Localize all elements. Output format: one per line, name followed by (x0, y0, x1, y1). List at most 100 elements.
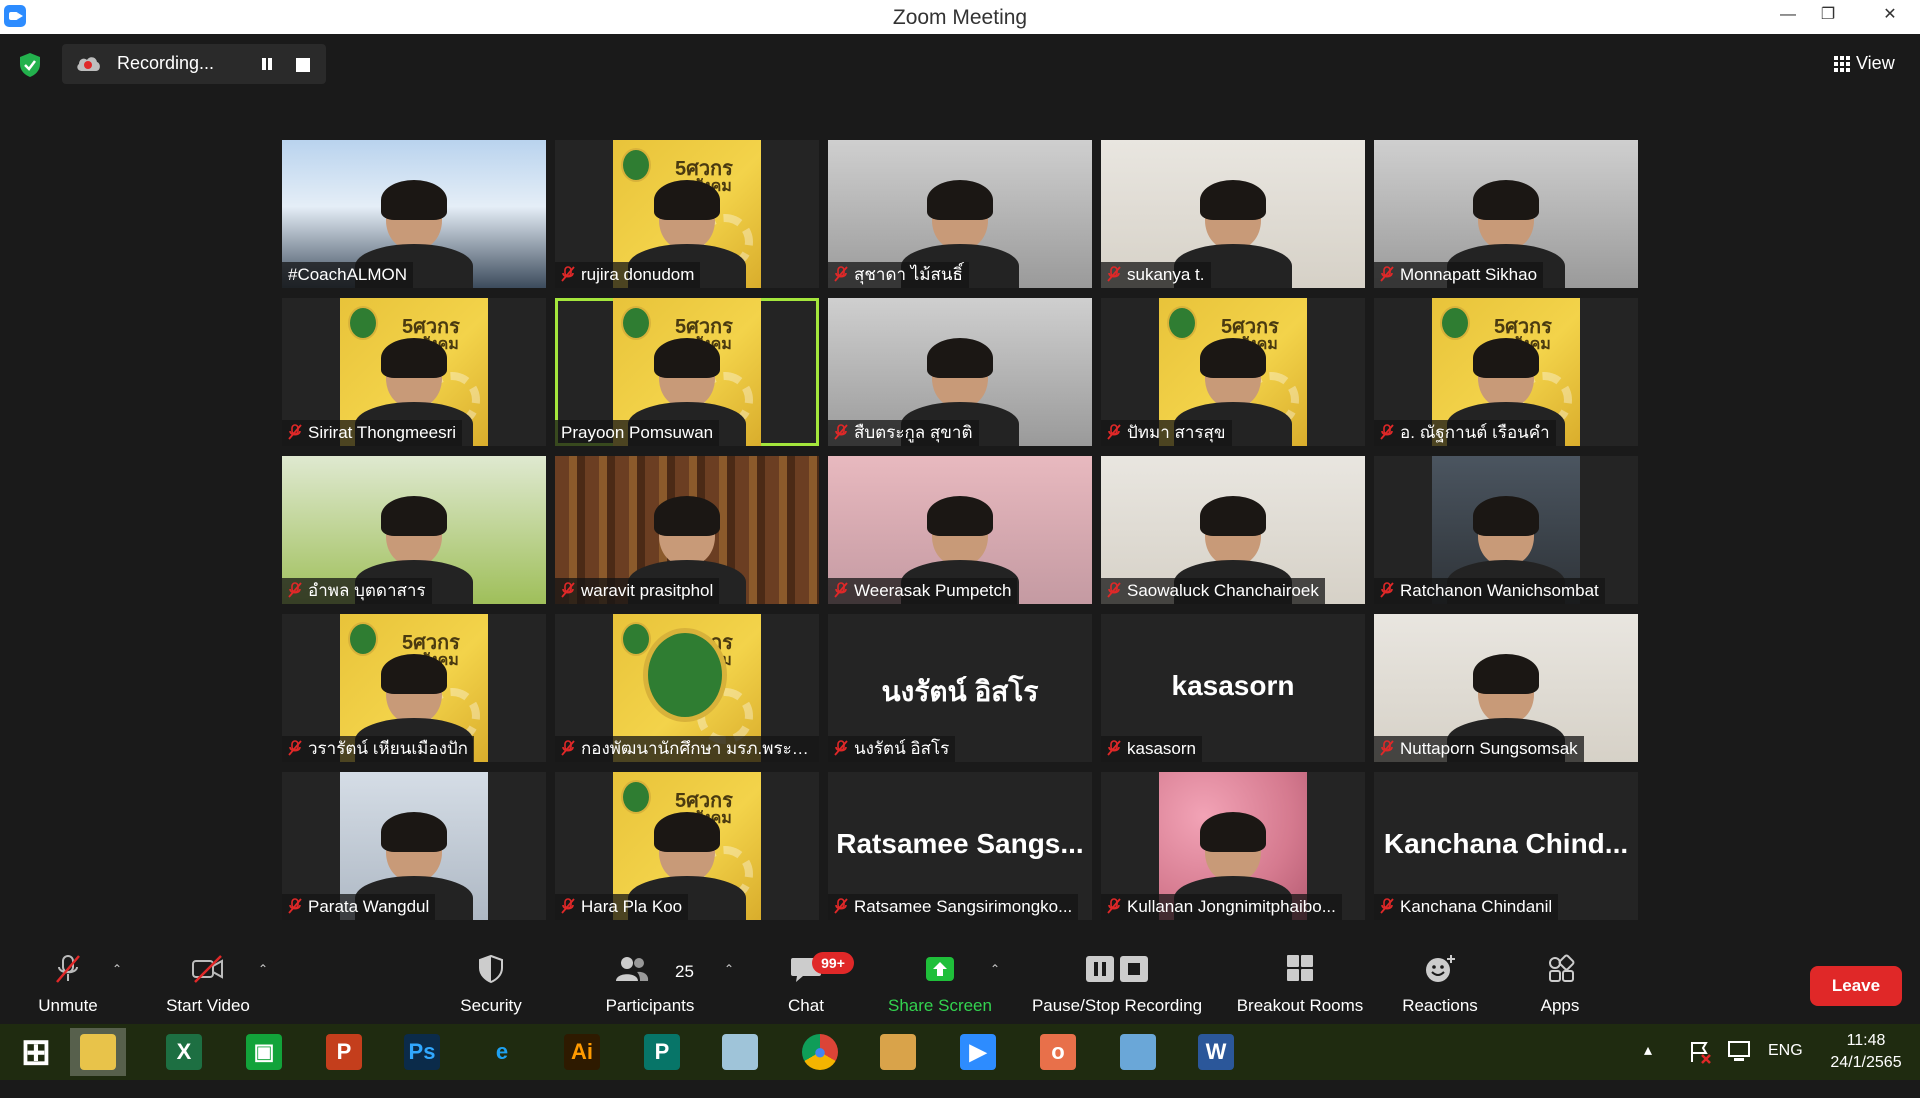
windows-start-taskbar-icon[interactable]: ⊞ (8, 1028, 64, 1076)
close-icon[interactable]: ✕ (1860, 0, 1920, 34)
breakout-rooms-label: Breakout Rooms (1236, 996, 1364, 1015)
control-panel-taskbar-icon[interactable] (1110, 1028, 1166, 1076)
notepad-taskbar-icon[interactable] (712, 1028, 768, 1076)
illustrator-taskbar-icon[interactable]: Ai (554, 1028, 610, 1076)
tray-overflow-icon[interactable]: ▴ (1644, 1040, 1664, 1096)
share-screen-button[interactable]: Share Screen (880, 942, 1000, 1024)
reactions-button[interactable]: Reactions (1400, 942, 1480, 1024)
recording-indicator: Recording... (62, 44, 326, 84)
participant-tile[interactable]: Kanchana Chind... Kanchana Chindanil (1374, 772, 1638, 920)
network-icon[interactable] (1726, 1040, 1752, 1064)
participant-tile[interactable]: 5ศวกรสังคมrujira donudom (555, 140, 819, 288)
muted-mic-icon (561, 898, 575, 914)
participant-tile[interactable]: 5ศวกรสังคมSirirat Thongmeesri (282, 298, 546, 446)
encryption-shield-icon[interactable] (18, 52, 42, 78)
powerpoint-orange-taskbar-icon[interactable]: o (1030, 1028, 1086, 1076)
participant-tile[interactable]: สุชาดา ไม้สนธิ์ (828, 140, 1092, 288)
participant-name-label: Monnapatt Sikhao (1374, 262, 1544, 288)
start-video-button[interactable]: Start Video (160, 942, 256, 1024)
taskbar-clock[interactable]: 11:48 24/1/2565 (1820, 1030, 1912, 1074)
participant-tile[interactable]: Ratsamee Sangs... Ratsamee Sangsirimongko… (828, 772, 1092, 920)
participant-name-label: กองพัฒนานักศึกษา มรภ.พระนคร (555, 736, 819, 762)
leave-button[interactable]: Leave (1810, 966, 1902, 1006)
muted-mic-icon (1107, 266, 1121, 282)
participant-tile[interactable]: waravit prasitphol (555, 456, 819, 604)
breakout-rooms-icon (1287, 955, 1313, 981)
participant-tile[interactable]: #CoachALMON (282, 140, 546, 288)
clock-date: 24/1/2565 (1830, 1054, 1902, 1071)
chat-label: Chat (788, 996, 824, 1015)
restore-icon[interactable]: ❐ (1808, 0, 1848, 34)
participant-tile[interactable]: Parata Wangdul (282, 772, 546, 920)
language-indicator[interactable]: ENG (1768, 1042, 1808, 1098)
stop-recording-icon[interactable] (296, 58, 310, 72)
participant-name-label: Kanchana Chindanil (1374, 894, 1559, 920)
participant-tile[interactable]: สืบตระกูล สุขาติ (828, 298, 1092, 446)
muted-mic-icon (1107, 424, 1121, 440)
excel-taskbar-icon[interactable]: X (156, 1028, 212, 1076)
pause-recording-icon[interactable] (256, 54, 278, 74)
pause-stop-recording-button[interactable]: Pause/Stop Recording (1022, 942, 1212, 1024)
publisher-taskbar-icon[interactable]: P (634, 1028, 690, 1076)
participant-tile[interactable]: นงรัตน์ อิสโร นงรัตน์ อิสโร (828, 614, 1092, 762)
internet-explorer-taskbar-icon[interactable]: e (474, 1028, 530, 1076)
powerpoint-taskbar-icon[interactable]: P (316, 1028, 372, 1076)
participant-name-label: Ratchanon Wanichsombat (1374, 578, 1605, 604)
action-center-flag-icon[interactable] (1688, 1040, 1712, 1064)
video-off-icon (192, 955, 223, 983)
muted-mic-icon (834, 266, 848, 282)
publisher-green-taskbar-icon[interactable]: ▣ (236, 1028, 292, 1076)
muted-mic-icon (288, 582, 302, 598)
participant-tile[interactable]: 5ศวกรสังคมอ. ณัฐกานต์ เรือนคำ (1374, 298, 1638, 446)
participant-tile[interactable]: 5ศวกรสังคมกองพัฒนานักศึกษา มรภ.พระนคร (555, 614, 819, 762)
clock-time: 11:48 (1846, 1032, 1886, 1049)
participant-tile[interactable]: kasasorn kasasorn (1101, 614, 1365, 762)
participant-display-name: Kanchana Chind... (1383, 828, 1629, 859)
participant-tile[interactable]: 5ศวกรสังคมPrayoon Pomsuwan (555, 298, 819, 446)
file-explorer-taskbar-icon[interactable] (70, 1028, 126, 1076)
muted-mic-icon (1380, 424, 1394, 440)
participant-tile[interactable]: อำพล บุตดาสาร (282, 456, 546, 604)
minimize-icon[interactable]: — (1768, 0, 1808, 34)
security-button[interactable]: Security (451, 942, 531, 1024)
unmute-button[interactable]: Unmute (28, 942, 108, 1024)
participant-tile[interactable]: Monnapatt Sikhao (1374, 140, 1638, 288)
grid-view-icon (1834, 56, 1850, 72)
university-seal-icon (1440, 306, 1470, 340)
participant-tile[interactable]: Ratchanon Wanichsombat (1374, 456, 1638, 604)
video-options-caret-icon[interactable]: ⌃ (256, 962, 270, 976)
participants-icon (616, 957, 649, 981)
participant-tile[interactable]: Nuttaporn Sungsomsak (1374, 614, 1638, 762)
participant-name-label: #CoachALMON (282, 262, 414, 288)
security-label: Security (460, 996, 522, 1015)
participant-tile[interactable]: 5ศวกรสังคมHara Pla Koo (555, 772, 819, 920)
participant-tile[interactable]: Saowaluck Chanchairoek (1101, 456, 1365, 604)
participant-name-label: Kullanan Jongnimitphaibo... (1101, 894, 1342, 920)
participant-tile[interactable]: Weerasak Pumpetch (828, 456, 1092, 604)
university-seal-icon (348, 622, 378, 656)
university-seal-icon (621, 780, 651, 814)
participants-caret-icon[interactable]: ⌃ (722, 962, 736, 976)
participants-button[interactable]: Participants (596, 942, 704, 1024)
muted-mic-icon (1380, 740, 1394, 756)
zoom-taskbar-icon[interactable]: ▶ (950, 1028, 1006, 1076)
participant-tile[interactable]: 5ศวกรสังคมวรารัตน์ เหียนเมืองปัก (282, 614, 546, 762)
participant-tile[interactable]: sukanya t. (1101, 140, 1365, 288)
muted-mic-icon (1107, 898, 1121, 914)
muted-mic-icon (1380, 582, 1394, 598)
paint-taskbar-icon[interactable] (870, 1028, 926, 1076)
share-screen-label: Share Screen (888, 996, 992, 1015)
breakout-rooms-button[interactable]: Breakout Rooms (1228, 942, 1372, 1024)
photoshop-taskbar-icon[interactable]: Ps (394, 1028, 450, 1076)
audio-options-caret-icon[interactable]: ⌃ (110, 962, 124, 976)
apps-button[interactable]: Apps (1520, 942, 1600, 1024)
muted-mic-icon (1380, 898, 1394, 914)
chrome-taskbar-icon[interactable]: ● (792, 1028, 848, 1076)
university-seal-icon (348, 306, 378, 340)
view-button[interactable]: View (1832, 52, 1912, 78)
participant-tile[interactable]: 5ศวกรสังคมปัทมา สารสุข (1101, 298, 1365, 446)
participant-tile[interactable]: Kullanan Jongnimitphaibo... (1101, 772, 1365, 920)
share-options-caret-icon[interactable]: ⌃ (988, 962, 1002, 976)
word-taskbar-icon[interactable]: W (1188, 1028, 1244, 1076)
recording-label: Recording... (117, 53, 215, 73)
